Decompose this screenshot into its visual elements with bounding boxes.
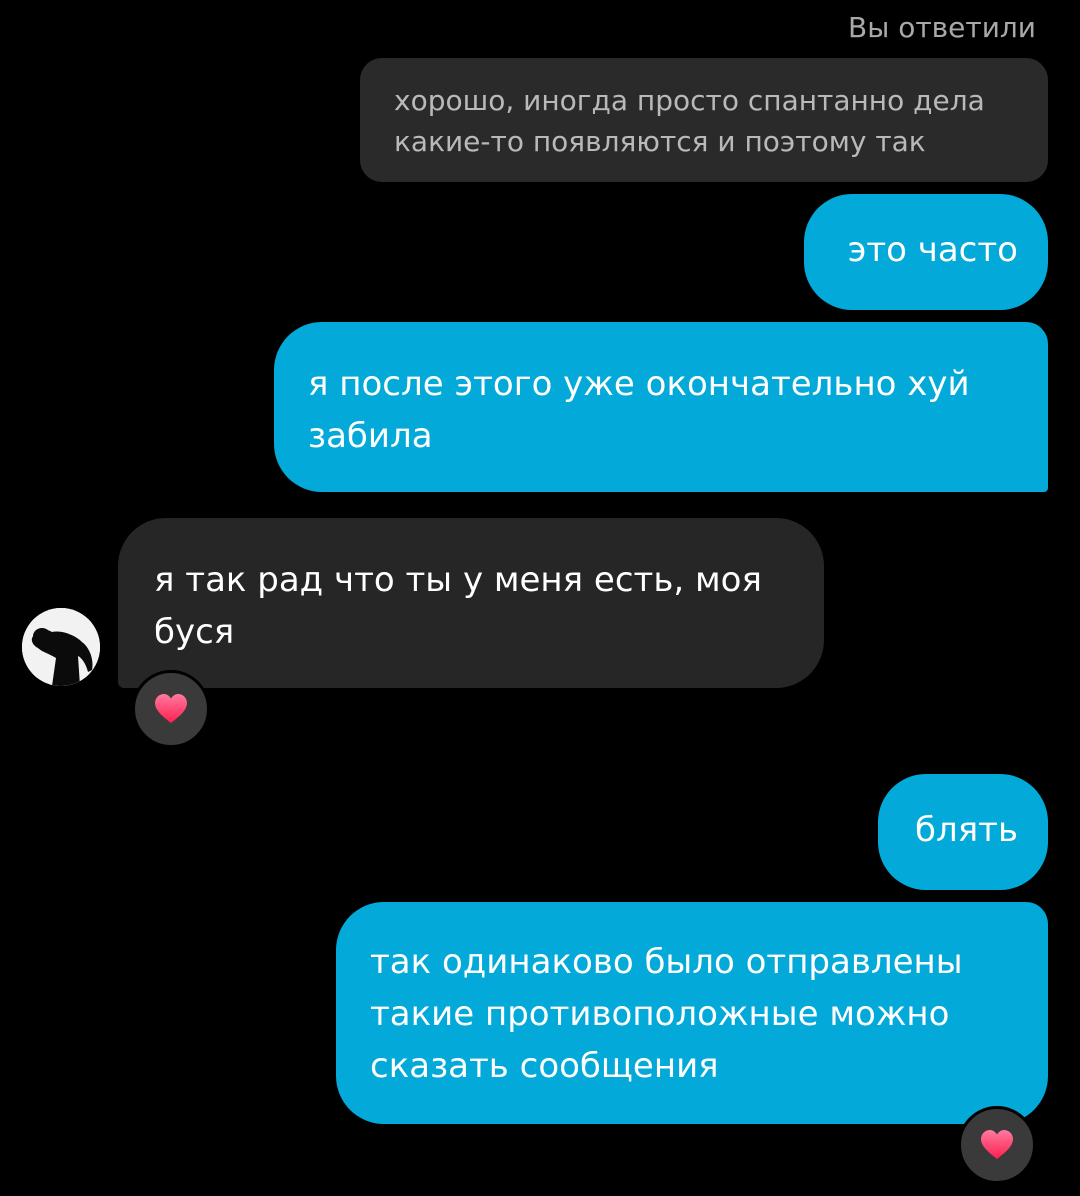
- reply-label: Вы ответили: [848, 11, 1036, 44]
- avatar[interactable]: [22, 608, 100, 686]
- reaction-badge[interactable]: [958, 1106, 1036, 1184]
- heart-icon: [981, 1130, 1013, 1159]
- message-bubble-outgoing[interactable]: я после этого уже окончательно хуй забил…: [274, 322, 1048, 492]
- heart-icon: [155, 694, 187, 723]
- message-bubble-outgoing[interactable]: блять: [878, 774, 1048, 890]
- quoted-message[interactable]: хорошо, иногда просто спантанно дела как…: [360, 58, 1048, 182]
- message-bubble-outgoing[interactable]: это часто: [804, 194, 1048, 310]
- message-bubble-incoming[interactable]: я так рад что ты у меня есть, моя буся: [118, 518, 824, 688]
- reaction-badge[interactable]: [132, 670, 210, 748]
- message-bubble-outgoing[interactable]: так одинаково было отправлены такие прот…: [336, 902, 1048, 1124]
- avatar-silhouette-icon: [22, 608, 100, 686]
